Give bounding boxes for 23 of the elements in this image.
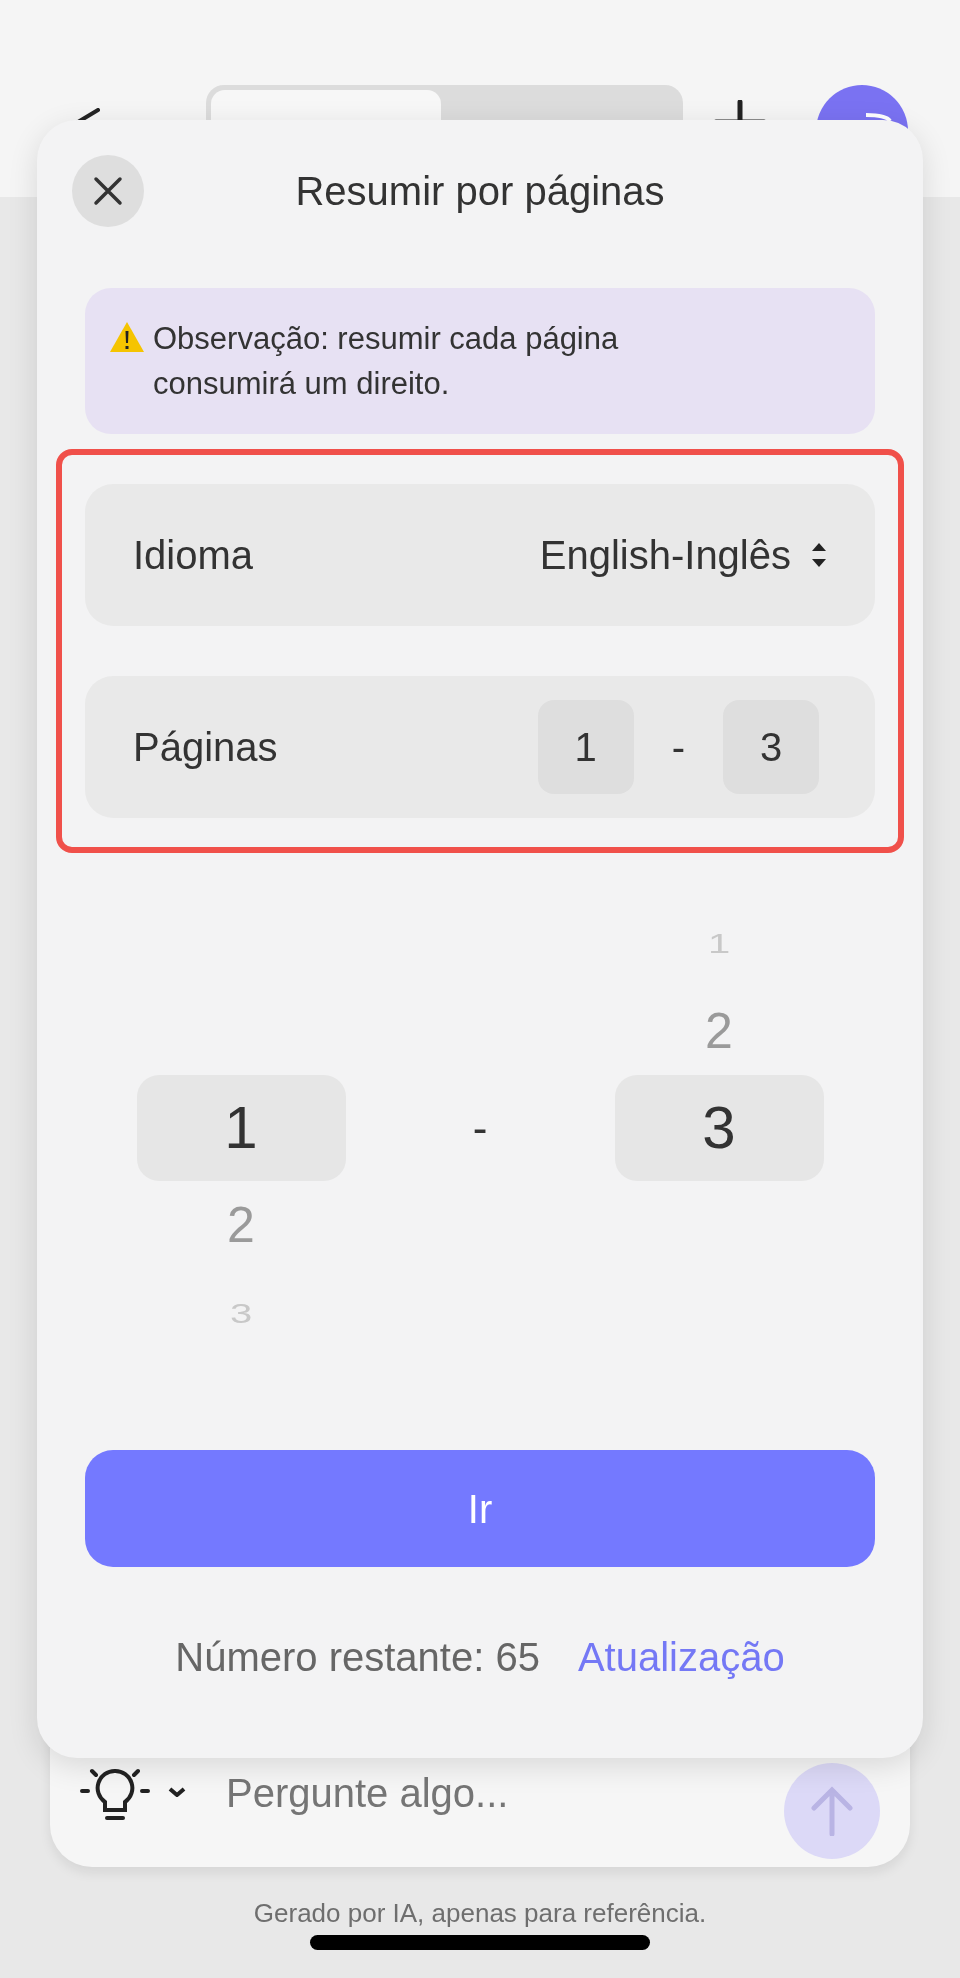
arrow-up-icon xyxy=(810,1786,854,1836)
chevron-down-icon[interactable] xyxy=(168,1787,186,1797)
range-dash: - xyxy=(671,724,685,771)
upgrade-link[interactable]: Atualização xyxy=(577,1630,785,1684)
selected-picker-value[interactable]: 3 xyxy=(614,1075,824,1181)
warning-icon xyxy=(109,321,145,353)
picker-value[interactable]: 2 xyxy=(705,987,733,1075)
selected-picker-value[interactable]: 1 xyxy=(136,1075,346,1181)
language-row[interactable]: Idioma English-Inglês xyxy=(85,484,875,626)
disclaimer-text: Gerado por IA, apenas para referência. xyxy=(252,1897,708,1929)
range-dash: - xyxy=(472,1102,488,1154)
go-button[interactable]: Ir xyxy=(85,1450,875,1567)
dialog-title: Resumir por páginas xyxy=(294,168,666,215)
remaining-count: Número restante: 65 xyxy=(175,1634,540,1681)
start-page-value[interactable]: 1 xyxy=(537,700,634,794)
end-page-value[interactable]: 3 xyxy=(723,700,819,794)
picker-value[interactable]: 2 xyxy=(227,1181,255,1269)
language-value: English-Inglês xyxy=(539,532,791,579)
message-input[interactable]: Pergunte algo... xyxy=(226,1763,784,1823)
pages-label: Páginas xyxy=(133,724,278,771)
close-icon xyxy=(93,176,123,206)
notice-text: Observação: resumir cada página consumirá um direito. xyxy=(153,320,620,403)
language-label: Idioma xyxy=(133,532,254,579)
